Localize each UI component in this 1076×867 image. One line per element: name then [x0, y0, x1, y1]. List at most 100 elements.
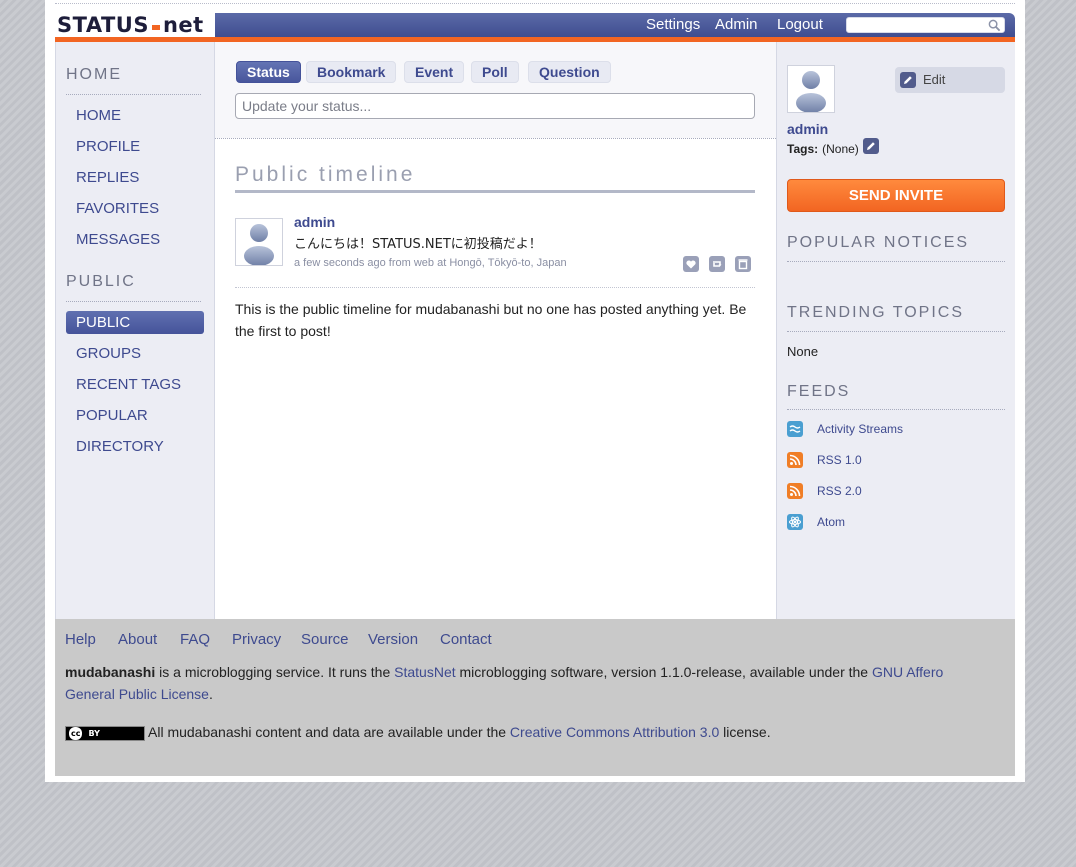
repeat-icon [713, 261, 722, 267]
footer-link-source[interactable]: Source [301, 631, 349, 648]
edit-profile-button[interactable]: Edit [895, 67, 1005, 93]
rss-icon [787, 483, 803, 499]
top-divider [55, 3, 1015, 5]
nav-admin[interactable]: Admin [715, 16, 758, 33]
tags-value: (None) [822, 142, 859, 156]
license-text: is a microblogging service. It runs the [155, 664, 395, 680]
notice-author[interactable]: admin [294, 214, 335, 230]
favorite-button[interactable] [683, 256, 699, 272]
tab-status[interactable]: Status [236, 61, 301, 83]
sidebar-item-public[interactable]: PUBLIC [66, 311, 204, 334]
statusnet-link[interactable]: StatusNet [394, 664, 455, 680]
software-license-text: mudabanashi is a microblogging service. … [65, 661, 995, 705]
delete-button[interactable] [735, 256, 751, 272]
profile-tags: Tags: (None) [787, 142, 859, 156]
title-underline [235, 190, 755, 193]
footer: Help About FAQ Privacy Source Version Co… [55, 619, 1015, 776]
section-divider [787, 409, 1005, 410]
sidebar-item-profile[interactable]: PROFILE [66, 135, 204, 158]
trending-topics-value: None [787, 344, 819, 359]
cc-license-link[interactable]: Creative Commons Attribution 3.0 [510, 724, 719, 740]
content-license-text: All mudabanashi content and data are ava… [148, 724, 771, 740]
notice-text: こんにちは！STATUS.NETに初投稿だよ！ [294, 237, 542, 252]
notice-divider [235, 287, 755, 288]
tab-bookmark[interactable]: Bookmark [306, 61, 397, 83]
heart-icon [686, 260, 696, 269]
sidebar-item-popular[interactable]: POPULAR [66, 404, 204, 427]
sidebar-item-messages[interactable]: MESSAGES [66, 228, 204, 251]
cc-badge-label: BY [88, 729, 100, 738]
license-text: . [208, 686, 213, 702]
edit-label: Edit [923, 72, 946, 87]
notice-source: web [413, 257, 435, 269]
atom-icon [787, 514, 803, 530]
creative-commons-badge[interactable]: cc BY [65, 726, 145, 741]
feeds-heading: FEEDS [787, 383, 851, 400]
notice-location[interactable]: Hongō, Tōkyō-to, Japan [449, 257, 566, 269]
main-content: Status Bookmark Event Poll Question Publ… [215, 42, 776, 619]
tags-label: Tags: [787, 142, 819, 156]
notice-avatar[interactable] [235, 218, 283, 266]
page-wrapper: STATUS net Settings Admin Logout HOME HOM… [45, 0, 1025, 782]
profile-avatar[interactable] [787, 65, 835, 113]
section-divider [66, 301, 201, 302]
license-text: All mudabanashi content and data are ava… [148, 724, 510, 740]
search-icon[interactable] [988, 19, 1001, 32]
footer-link-faq[interactable]: FAQ [180, 631, 210, 648]
site-name: mudabanashi [65, 664, 156, 680]
site-logo[interactable]: STATUS net [57, 11, 212, 38]
user-avatar-icon [244, 224, 274, 266]
send-invite-button[interactable]: SEND INVITE [787, 179, 1005, 212]
nav-settings[interactable]: Settings [646, 16, 700, 33]
status-input[interactable] [235, 93, 755, 119]
popular-notices-heading: POPULAR NOTICES [787, 234, 970, 251]
sidebar-item-groups[interactable]: GROUPS [66, 342, 204, 365]
composer-divider [215, 138, 776, 139]
right-sidebar: Edit admin Tags: (None) SEND INVITE POPUL… [776, 42, 1015, 619]
sidebar-item-directory[interactable]: DIRECTORY [66, 435, 204, 458]
profile-name[interactable]: admin [787, 121, 828, 137]
tab-poll[interactable]: Poll [471, 61, 519, 83]
home-section-heading: HOME [66, 66, 122, 83]
notice-composer: Status Bookmark Event Poll Question [215, 42, 776, 138]
repeat-button[interactable] [709, 256, 725, 272]
logo-text-left: STATUS [57, 12, 149, 37]
search-input[interactable] [851, 19, 989, 33]
user-avatar-icon [796, 71, 826, 113]
rss-icon [787, 452, 803, 468]
sidebar-item-replies[interactable]: REPLIES [66, 166, 204, 189]
public-section-heading: PUBLIC [66, 273, 136, 290]
license-text: microblogging software, version 1.1.0-re… [455, 664, 872, 680]
footer-link-about[interactable]: About [118, 631, 157, 648]
edit-tags-button[interactable] [863, 138, 879, 154]
nav-logout[interactable]: Logout [777, 16, 823, 33]
notice-meta: a few seconds ago from web at Hongō, Tōk… [294, 257, 567, 269]
cc-icon: cc [69, 727, 83, 740]
sidebar-item-home[interactable]: HOME [66, 104, 204, 127]
pencil-icon [900, 72, 916, 88]
footer-link-help[interactable]: Help [65, 631, 96, 648]
pencil-icon [867, 142, 875, 150]
activity-streams-icon [787, 421, 803, 437]
notice-at-label: at [437, 257, 447, 269]
top-nav-bar: Settings Admin Logout [215, 13, 1015, 37]
sidebar-item-recent-tags[interactable]: RECENT TAGS [66, 373, 204, 396]
sidebar-item-favorites[interactable]: FAVORITES [66, 197, 204, 220]
footer-link-privacy[interactable]: Privacy [232, 631, 281, 648]
empty-timeline-message: This is the public timeline for mudabana… [235, 301, 747, 339]
notice-time[interactable]: a few seconds ago [294, 257, 386, 269]
tab-event[interactable]: Event [404, 61, 465, 83]
notice-from-label: from [388, 257, 411, 269]
page-title: Public timeline [235, 163, 416, 186]
section-divider [787, 261, 1005, 262]
trash-icon [738, 259, 748, 270]
section-divider [66, 94, 201, 95]
footer-link-contact[interactable]: Contact [440, 631, 492, 648]
tab-question[interactable]: Question [528, 61, 611, 83]
license-text: license. [719, 724, 771, 740]
footer-link-version[interactable]: Version [368, 631, 418, 648]
search-box [846, 17, 1005, 33]
section-divider [787, 331, 1005, 332]
left-sidebar: HOME HOME PROFILE REPLIES FAVORITES MESS… [55, 42, 215, 619]
trending-topics-heading: TRENDING TOPICS [787, 304, 964, 321]
